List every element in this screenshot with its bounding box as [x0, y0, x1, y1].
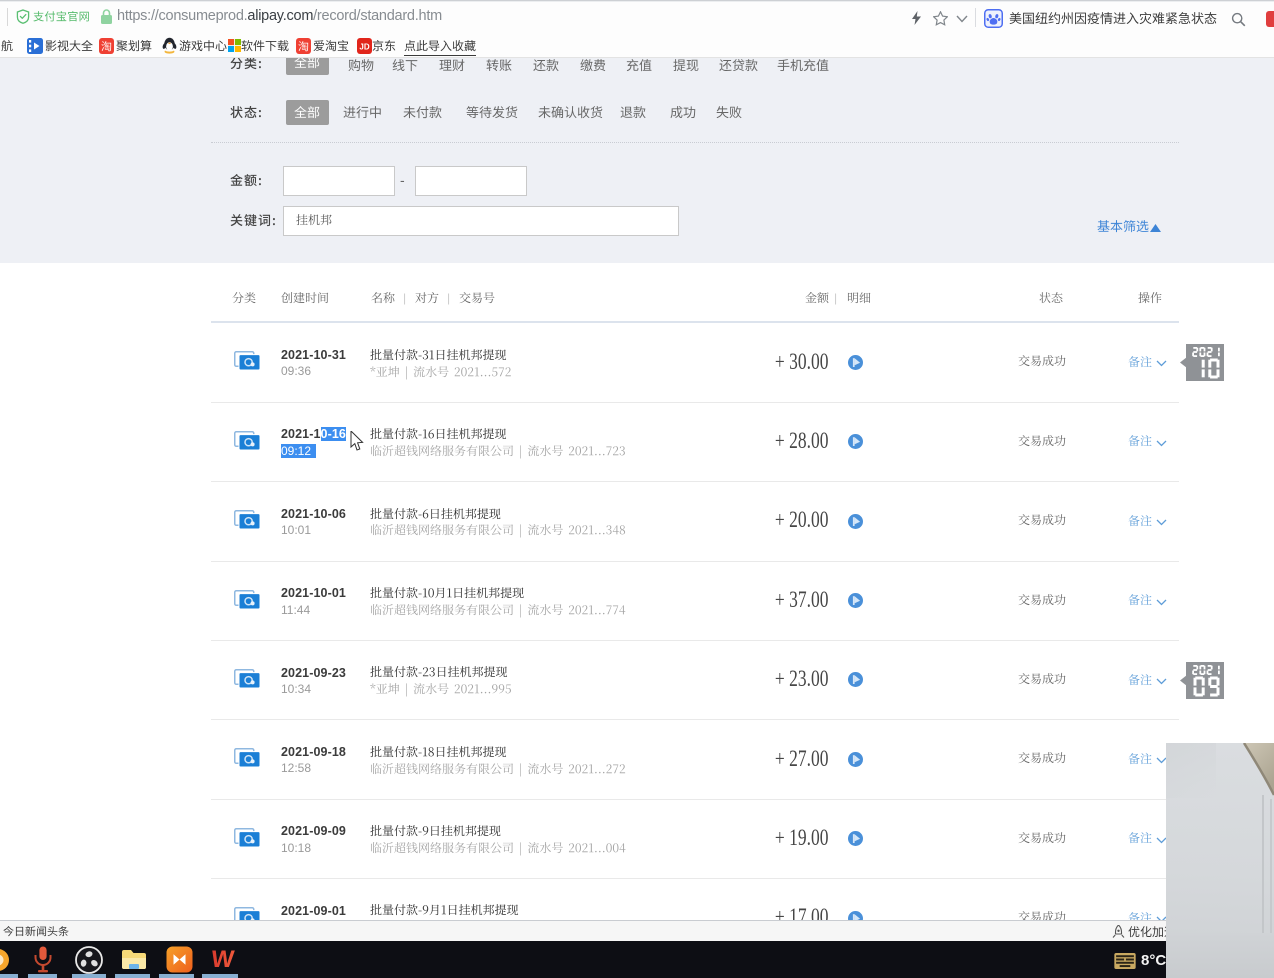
svg-text:JD: JD: [359, 43, 369, 52]
svg-text:W: W: [210, 947, 236, 972]
